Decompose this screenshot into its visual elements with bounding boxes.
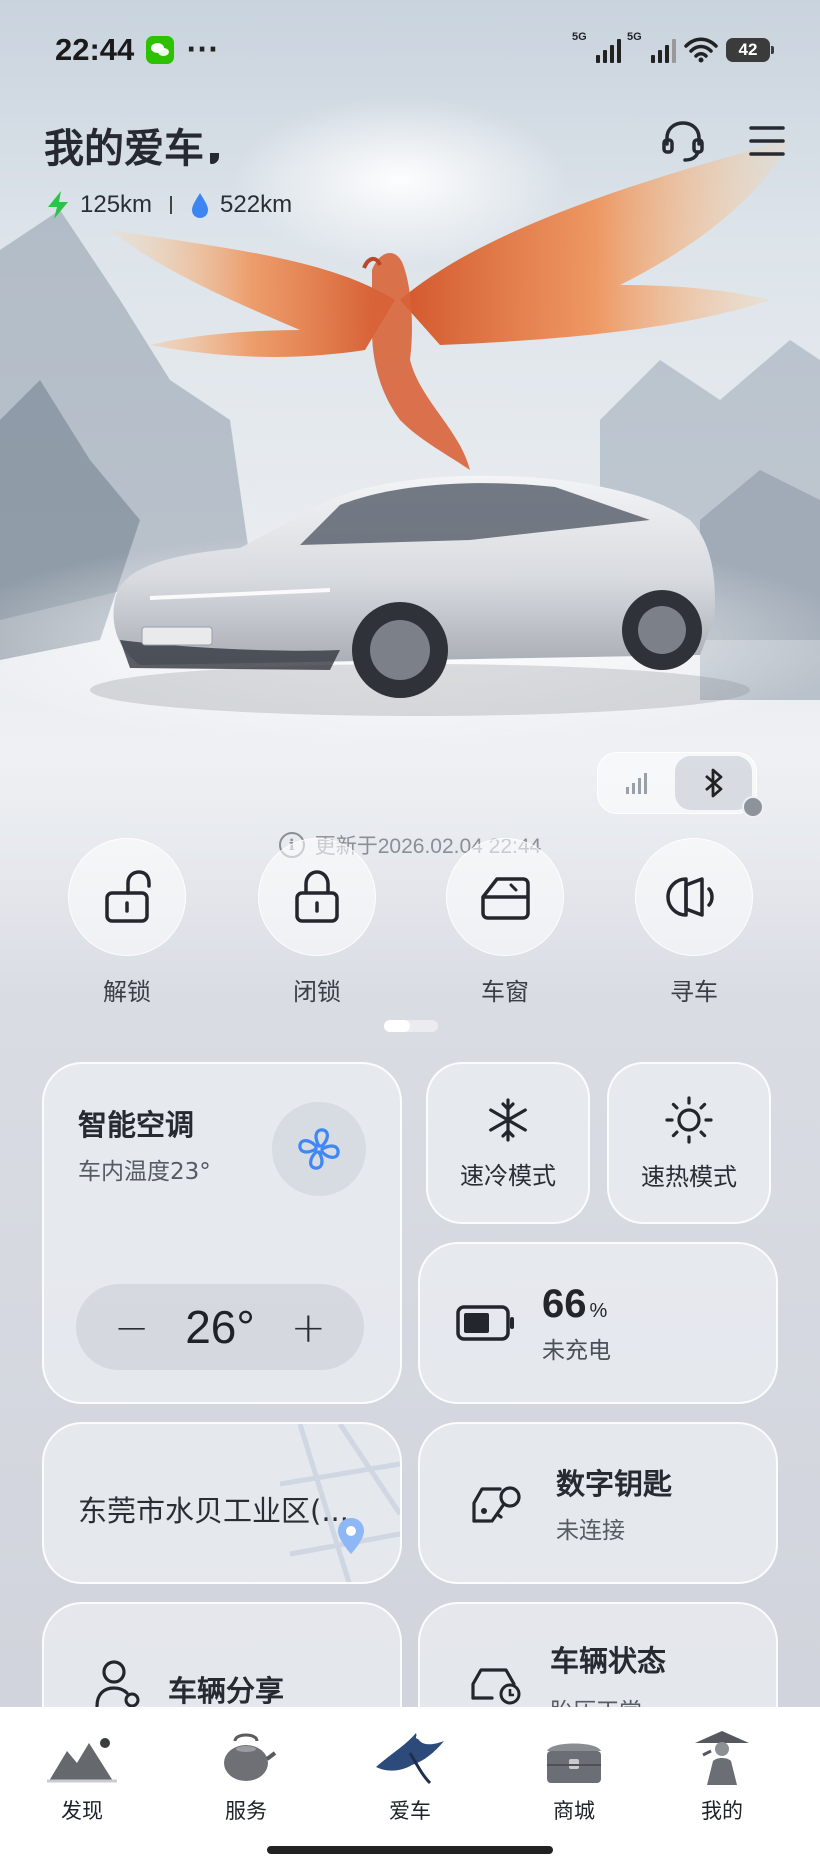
header-actions <box>660 118 786 164</box>
share-person-icon <box>95 1660 140 1708</box>
lock-icon <box>295 870 339 923</box>
wechat-icon <box>146 36 175 64</box>
digital-key-title: 数字钥匙 <box>556 1467 673 1501</box>
climate-card[interactable]: 智能空调 车内温度23° − 26° + <box>42 1062 402 1404</box>
digital-key-status: 未连接 <box>556 1518 625 1544</box>
set-temperature: 26° <box>185 1301 255 1353</box>
unlock-icon <box>105 870 151 923</box>
map-pin-icon <box>338 1518 364 1554</box>
lock-button[interactable]: 闭锁 <box>255 838 379 1007</box>
bluetooth-mode-button[interactable] <box>675 756 752 810</box>
nav-mall-label: 商城 <box>553 1799 595 1823</box>
unlock-button[interactable]: 解锁 <box>65 838 189 1007</box>
nav-profile-label: 我的 <box>701 1799 743 1823</box>
discover-icon <box>47 1738 117 1783</box>
battery-card[interactable]: 66% 未充电 <box>418 1242 778 1404</box>
my-car-icon <box>376 1733 444 1785</box>
fuel-range: 522km <box>220 191 293 218</box>
lock-label: 闭锁 <box>293 978 341 1006</box>
status-bar: 22:44 ··· 5G 5G 42 <box>55 30 774 70</box>
electric-bolt-icon <box>48 191 68 219</box>
wifi-icon <box>684 37 718 63</box>
climate-title: 智能空调 <box>78 1108 195 1142</box>
vehicle-location: 东莞市水贝工业区(... <box>78 1494 349 1528</box>
status-time: 22:44 <box>55 32 135 67</box>
signal-icon: 5G <box>627 31 676 63</box>
nav-my-car[interactable]: 爱车 <box>350 1721 470 1825</box>
mall-icon <box>547 1743 601 1783</box>
unlock-label: 解锁 <box>103 978 151 1006</box>
cabin-temperature: 车内温度23° <box>78 1159 211 1185</box>
electric-range: 125km <box>80 191 153 218</box>
range-info: 125km 522km <box>46 190 292 220</box>
signal-icon: 5G <box>572 31 621 63</box>
profile-icon <box>695 1731 749 1785</box>
home-indicator[interactable] <box>267 1846 553 1854</box>
window-label: 车窗 <box>481 978 529 1006</box>
horn-icon <box>666 877 714 917</box>
battery-percent: 66% <box>542 1282 611 1327</box>
vehicle-status-icon <box>471 1668 521 1705</box>
page-title: 我的爱车 <box>44 116 219 174</box>
service-icon <box>224 1733 277 1781</box>
nav-discover-label: 发现 <box>61 1799 103 1823</box>
find-car-button[interactable]: 寻车 <box>632 838 756 1007</box>
fan-icon <box>298 1128 340 1170</box>
temperature-decrease-button[interactable]: − <box>114 1303 149 1352</box>
window-icon <box>481 877 530 920</box>
window-button[interactable]: 车窗 <box>443 838 567 1007</box>
quick-cool-label: 速冷模式 <box>460 1161 556 1190</box>
sun-icon <box>665 1095 713 1144</box>
nav-service-label: 服务 <box>225 1799 267 1823</box>
battery-percent-value: 66 <box>542 1281 587 1326</box>
network-type-1: 5G <box>572 31 587 43</box>
battery-indicator: 42 <box>726 38 774 62</box>
nav-mall[interactable]: 商城 <box>514 1721 634 1825</box>
nav-my-car-label: 爱车 <box>389 1799 431 1823</box>
menu-icon[interactable] <box>748 123 786 159</box>
bottom-navigation: 发现 服务 爱车 商城 我的 <box>0 1707 820 1867</box>
link-badge-icon <box>742 796 764 818</box>
vehicle-share-title: 车辆分享 <box>168 1674 285 1708</box>
temperature-control: − 26° + <box>76 1284 364 1370</box>
snowflake-icon <box>489 1097 527 1142</box>
digital-key-card[interactable]: 数字钥匙 未连接 <box>418 1422 778 1584</box>
quick-cool-button[interactable]: 速冷模式 <box>426 1062 590 1224</box>
page-title-text: 我的爱车 <box>44 126 204 172</box>
climate-power-button[interactable] <box>272 1102 366 1196</box>
quick-heat-button[interactable]: 速热模式 <box>607 1062 771 1224</box>
nav-profile[interactable]: 我的 <box>662 1721 782 1825</box>
location-card[interactable]: 东莞市水贝工业区(... <box>42 1422 402 1584</box>
customer-service-icon[interactable] <box>660 118 706 164</box>
quick-heat-label: 速热模式 <box>641 1162 737 1191</box>
bluetooth-icon <box>704 768 722 798</box>
find-car-label: 寻车 <box>670 978 718 1006</box>
battery-percent-unit: % <box>589 1299 608 1322</box>
connection-toggle[interactable] <box>597 752 757 814</box>
charging-status: 未充电 <box>542 1337 611 1364</box>
page-indicator <box>384 1020 438 1032</box>
fuel-drop-icon <box>192 193 209 218</box>
battery-icon <box>456 1305 514 1341</box>
cellular-icon <box>625 773 647 794</box>
nav-service[interactable]: 服务 <box>186 1721 306 1825</box>
vehicle-status-title: 车辆状态 <box>550 1644 667 1678</box>
nav-discover[interactable]: 发现 <box>22 1721 142 1825</box>
digital-key-icon <box>472 1486 521 1523</box>
more-notifications-icon: ··· <box>186 35 219 65</box>
network-mode-button[interactable] <box>598 756 675 810</box>
temperature-increase-button[interactable]: + <box>291 1303 326 1352</box>
network-type-2: 5G <box>627 31 642 43</box>
